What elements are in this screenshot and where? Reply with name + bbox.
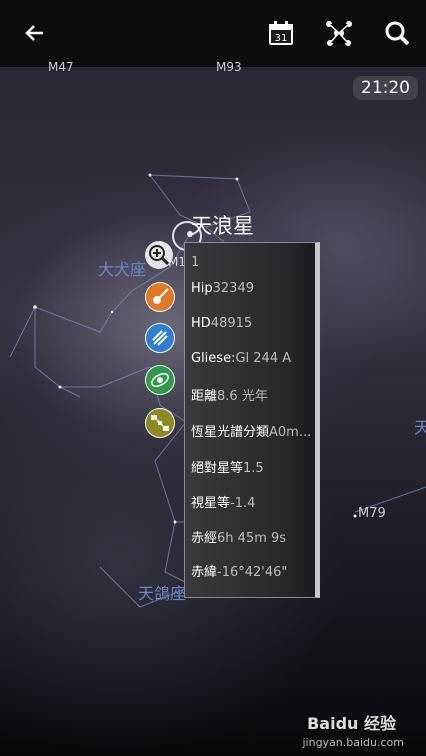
info-row: 赤經6h 45m 9s — [191, 527, 286, 546]
info-value: 6h 45m 9s — [217, 531, 287, 546]
calendar-icon[interactable]: 31 — [264, 16, 298, 50]
info-value: A0m... — [269, 425, 312, 440]
info-key: 恆星光譜分類 — [191, 425, 270, 440]
info-key: HD — [191, 316, 211, 331]
info-key: 赤緯 — [191, 565, 218, 580]
back-arrow-icon[interactable] — [18, 16, 52, 50]
info-row: Hip32349 — [191, 281, 254, 296]
info-value: 1 — [191, 255, 200, 270]
orbit-icon[interactable] — [145, 365, 175, 395]
info-value: 8.6 光年 — [217, 389, 268, 404]
info-row: 視星等-1.4 — [191, 492, 255, 511]
info-value: 48915 — [210, 316, 253, 331]
constellation-label-edge: 天 — [414, 418, 426, 437]
info-row: HD48915 — [191, 316, 252, 331]
info-value: -16°42'46" — [217, 565, 288, 580]
info-row: Gliese:Gl 244 A — [191, 351, 291, 366]
meteor-icon[interactable] — [145, 323, 175, 353]
sky-label-m93: M93 — [216, 60, 242, 74]
time-display: 21:20 — [353, 76, 418, 100]
top-toolbar: 31 — [0, 0, 426, 67]
info-key: Hip — [191, 281, 213, 296]
info-value: -1.4 — [230, 496, 256, 511]
search-icon[interactable] — [380, 16, 414, 50]
sky-label-m79: M79 — [358, 506, 386, 521]
info-key: 絕對星等 — [191, 461, 244, 476]
constellation-icon[interactable] — [322, 16, 356, 50]
object-info-panel: 1 Hip32349 HD48915 Gliese:Gl 244 A 距離8.6 光年恆… — [184, 242, 320, 598]
info-row: 距離8.6 光年 — [191, 385, 268, 404]
comet-icon[interactable] — [145, 282, 175, 312]
info-row: 方位角212°48'35" — [191, 595, 304, 597]
constellation-label-canis-major: 大犬座 — [98, 260, 147, 279]
info-key: 視星等 — [191, 496, 231, 511]
satellite-icon[interactable] — [145, 408, 175, 438]
watermark-url: jingyan.baidu.com — [302, 736, 404, 749]
info-row: 絕對星等1.5 — [191, 457, 264, 476]
info-key: 距離 — [191, 389, 218, 404]
info-key: 赤經 — [191, 531, 218, 546]
calendar-day: 31 — [275, 33, 288, 44]
info-key: Gliese: — [191, 351, 236, 366]
info-value: 32349 — [212, 281, 254, 296]
info-row: 1 — [191, 255, 199, 270]
sky-label-m47: M47 — [48, 60, 74, 74]
info-row: 恆星光譜分類A0m... — [191, 421, 311, 440]
info-row: 赤緯-16°42'46" — [191, 561, 287, 580]
selected-star-name: 天浪星 — [191, 214, 254, 238]
info-value: 1.5 — [243, 461, 264, 476]
constellation-label-columba: 天鴿座 — [138, 584, 187, 603]
info-value: Gl 244 A — [235, 351, 292, 366]
watermark-brand: Baidu 经验 — [307, 714, 396, 733]
